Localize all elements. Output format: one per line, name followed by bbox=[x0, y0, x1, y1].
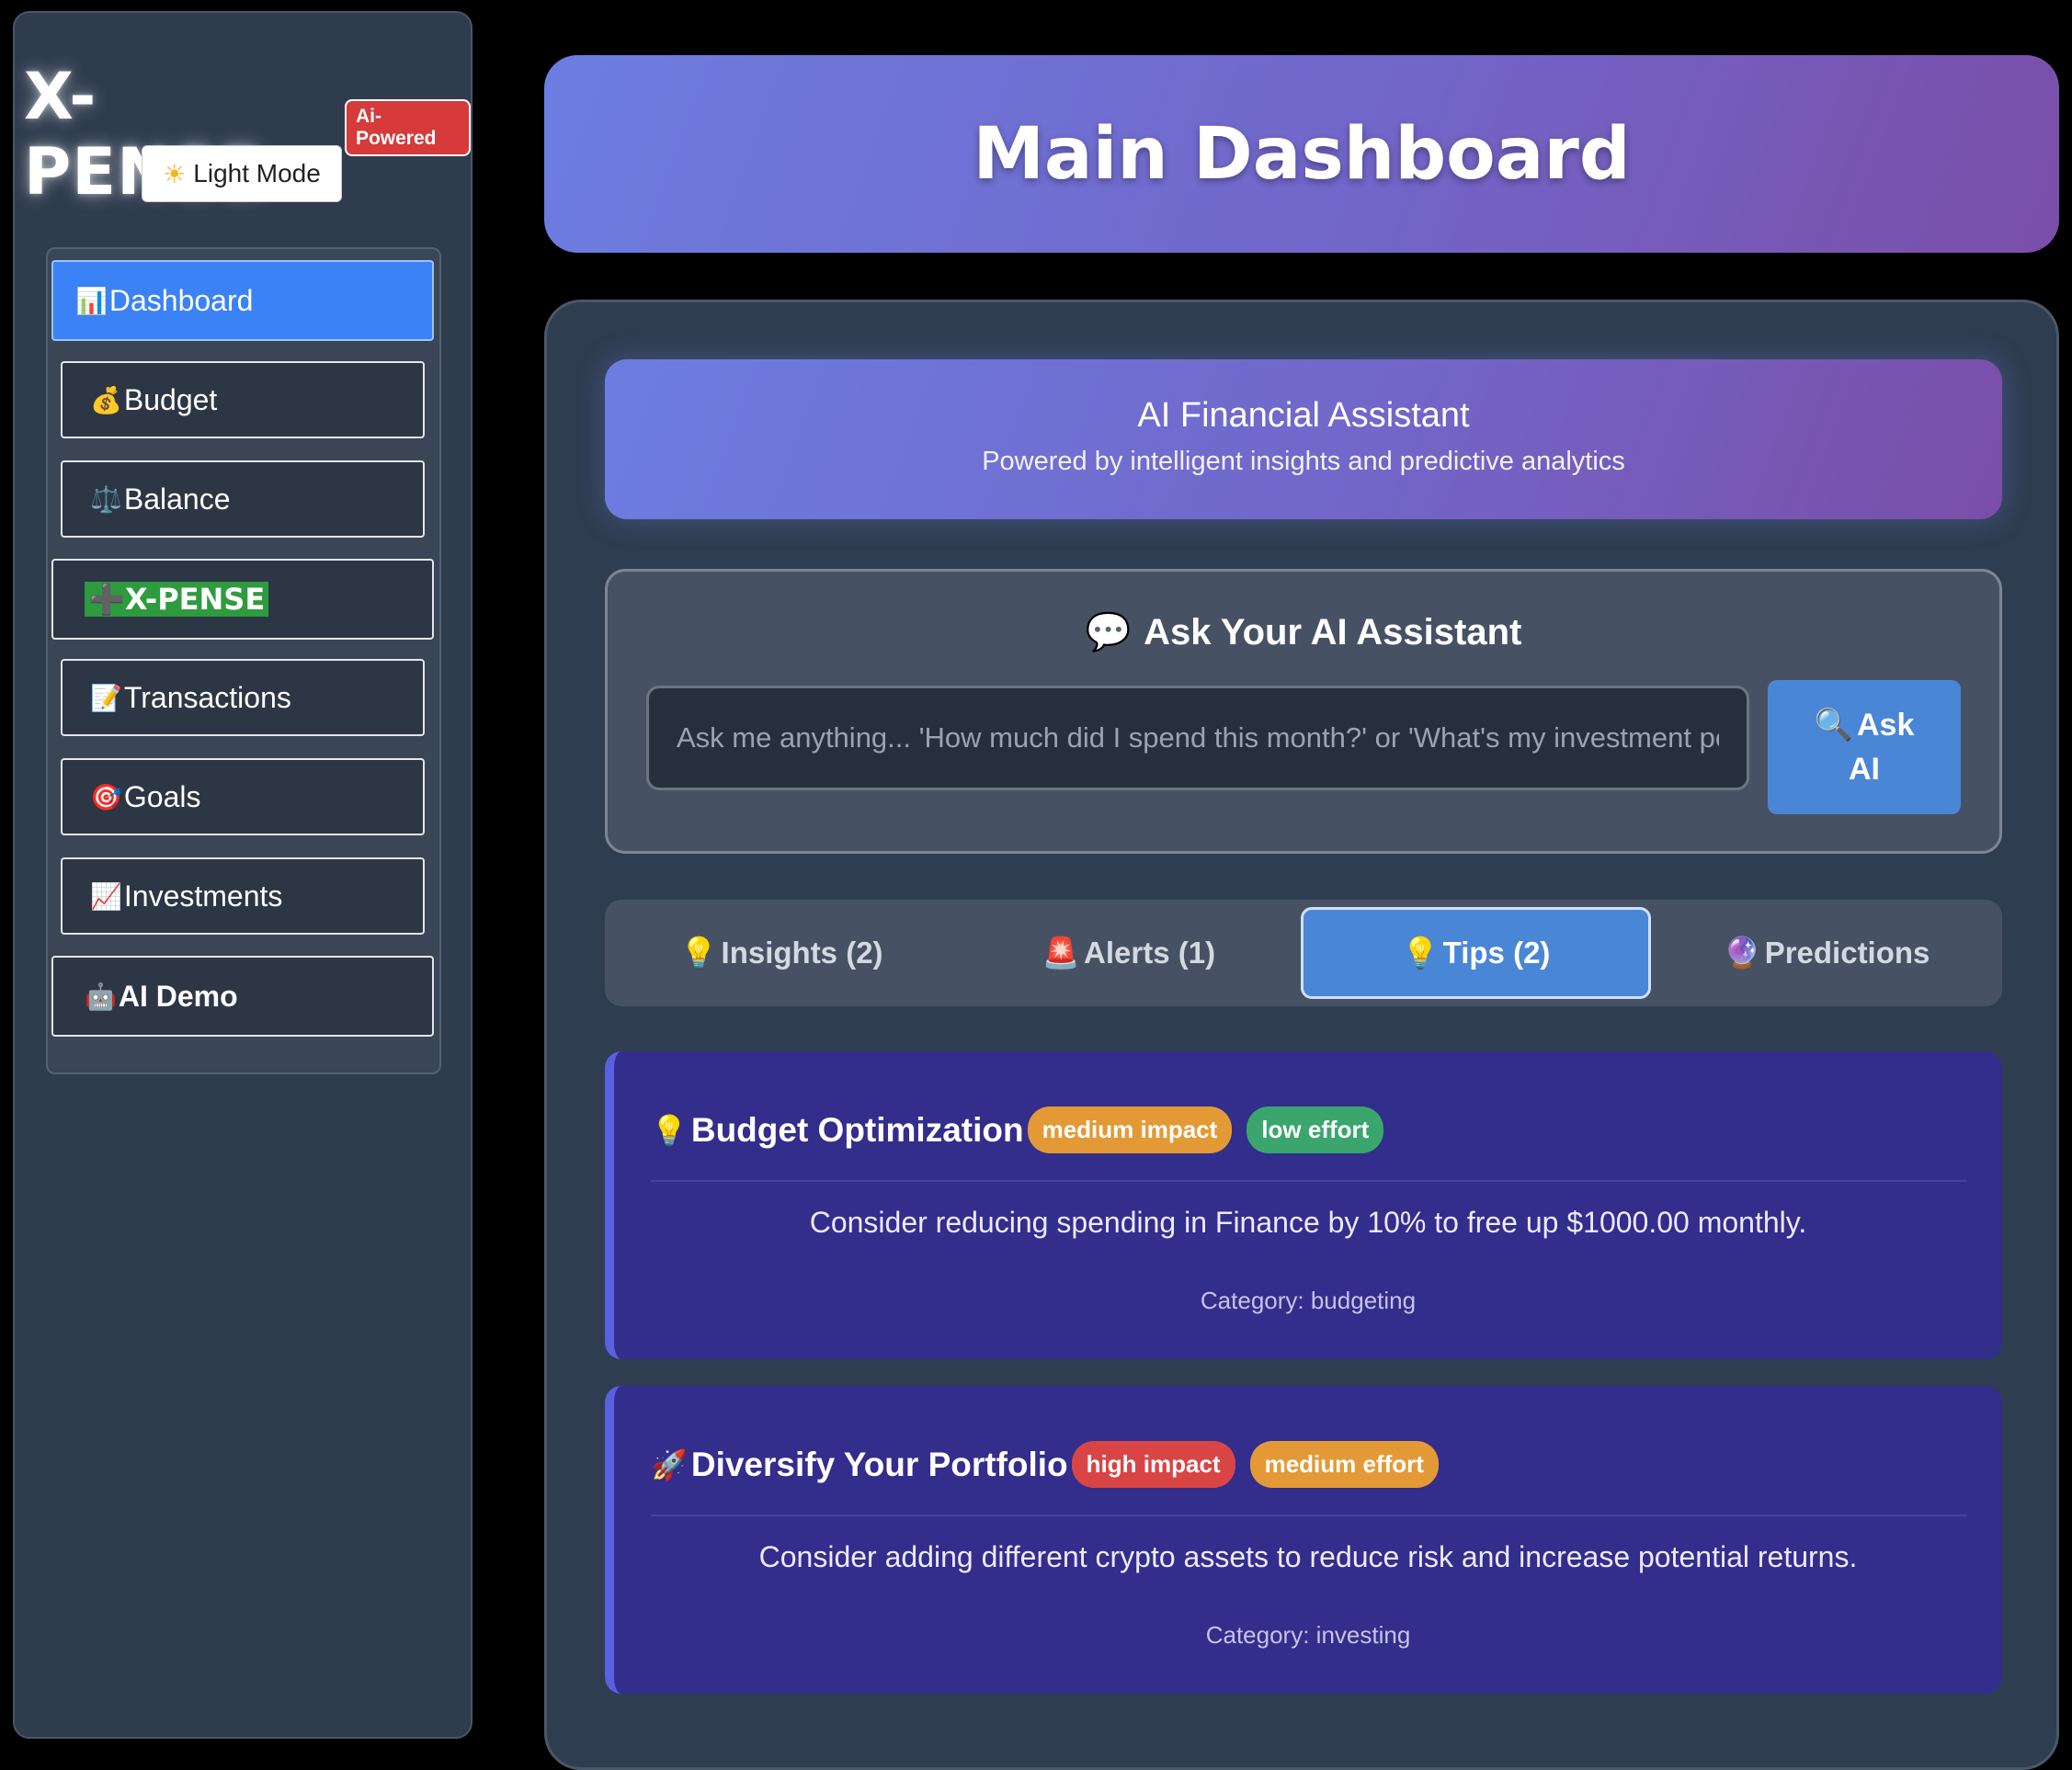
tip-category: Category: budgeting bbox=[1200, 1287, 1417, 1314]
sidebar-item-dashboard[interactable]: 📊 Dashboard bbox=[51, 260, 434, 341]
divider bbox=[651, 1180, 1967, 1182]
sidebar-item-budget[interactable]: 💰 Budget bbox=[61, 361, 425, 438]
speech-bubble-icon: 💬 bbox=[1085, 612, 1132, 652]
ask-heading: 💬 Ask Your AI Assistant bbox=[608, 610, 1999, 653]
money-bag-icon: 💰 bbox=[90, 385, 122, 414]
rocket-icon: 🚀 bbox=[651, 1447, 688, 1481]
crystal-ball-icon: 🔮 bbox=[1723, 935, 1761, 970]
magnifier-icon: 🔍 bbox=[1814, 708, 1853, 743]
ask-assistant-section: 💬 Ask Your AI Assistant 🔍Ask AI bbox=[605, 569, 2002, 854]
sidebar-item-ai-demo[interactable]: 🤖 AI Demo bbox=[51, 956, 434, 1037]
bar-chart-icon: 📊 bbox=[75, 286, 108, 315]
sidebar-item-goals[interactable]: 🎯 Goals bbox=[61, 758, 425, 835]
sidebar-nav: 📊 Dashboard 💰 Budget ⚖️ Balance ➕X-PENSE… bbox=[46, 247, 441, 1074]
sidebar-item-label: Balance bbox=[123, 482, 231, 516]
light-bulb-icon: 💡 bbox=[651, 1113, 688, 1147]
tip-title: Budget Optimization bbox=[690, 1110, 1024, 1149]
sidebar-item-label: Transactions bbox=[123, 680, 291, 714]
assistant-title: AI Financial Assistant bbox=[1137, 396, 1470, 435]
ask-ai-button[interactable]: 🔍 Ask AI bbox=[1768, 680, 1961, 814]
light-bulb-icon: 💡 bbox=[1401, 935, 1440, 970]
light-mode-label: Light Mode bbox=[193, 159, 321, 187]
sidebar-item-investments[interactable]: 📈 Investments bbox=[61, 857, 425, 935]
chart-increasing-icon: 📈 bbox=[90, 881, 122, 911]
tab-label: Tips (2) bbox=[1442, 936, 1551, 970]
sun-icon: ☀ bbox=[163, 159, 187, 188]
tip-description: Consider adding different crypto assets … bbox=[758, 1540, 1858, 1573]
divider bbox=[651, 1515, 1967, 1516]
tip-header: 🚀 Diversify Your Portfolio high impact m… bbox=[651, 1441, 1439, 1488]
tab-predictions[interactable]: 🔮 Predictions bbox=[1658, 907, 1995, 999]
effort-badge: low effort bbox=[1247, 1106, 1384, 1153]
tip-description: Consider reducing spending in Finance by… bbox=[809, 1206, 1807, 1239]
memo-icon: 📝 bbox=[90, 683, 122, 712]
light-mode-toggle[interactable]: ☀ Light Mode bbox=[142, 145, 342, 202]
tip-header: 💡 Budget Optimization medium impact low … bbox=[651, 1106, 1384, 1153]
tab-label: Alerts (1) bbox=[1084, 936, 1216, 970]
ask-ai-input[interactable] bbox=[646, 686, 1749, 790]
sidebar-item-label: Dashboard bbox=[108, 283, 254, 317]
scales-icon: ⚖️ bbox=[90, 484, 122, 514]
effort-badge: medium effort bbox=[1249, 1441, 1439, 1488]
page-title: Main Dashboard bbox=[973, 112, 1631, 196]
sidebar-item-label: X-PENSE bbox=[124, 582, 266, 617]
sidebar-item-transactions[interactable]: 📝 Transactions bbox=[61, 659, 425, 736]
target-icon: 🎯 bbox=[90, 782, 122, 811]
ai-powered-badge: Ai-Powered bbox=[344, 99, 471, 156]
sidebar-item-balance[interactable]: ⚖️ Balance bbox=[61, 460, 425, 538]
tabs-bar: 💡 Insights (2) 🚨 Alerts (1) 💡 Tips (2) 🔮… bbox=[605, 900, 2002, 1006]
ask-ai-button-label: 🔍 Ask AI bbox=[1815, 703, 1915, 791]
ask-line2: AI bbox=[1849, 752, 1880, 787]
tip-category: Category: investing bbox=[1205, 1621, 1411, 1649]
sidebar-item-xpense[interactable]: ➕X-PENSE bbox=[51, 559, 434, 640]
tip-card: 💡 Budget Optimization medium impact low … bbox=[605, 1051, 2002, 1359]
assistant-subtitle: Powered by intelligent insights and pred… bbox=[982, 447, 1625, 476]
tab-insights[interactable]: 💡 Insights (2) bbox=[612, 907, 951, 999]
siren-icon: 🚨 bbox=[1042, 935, 1081, 970]
add-expense-tag: ➕X-PENSE bbox=[85, 582, 269, 617]
tip-card: 🚀 Diversify Your Portfolio high impact m… bbox=[605, 1386, 2002, 1694]
ask-line1: Ask bbox=[1856, 708, 1915, 743]
sidebar-item-label: Goals bbox=[123, 779, 201, 813]
page-header: Main Dashboard bbox=[544, 55, 2059, 253]
plus-icon: ➕ bbox=[88, 582, 125, 617]
tab-label: Insights (2) bbox=[721, 936, 883, 970]
robot-icon: 🤖 bbox=[85, 981, 117, 1011]
sidebar-item-label: Budget bbox=[123, 382, 218, 416]
light-bulb-icon: 💡 bbox=[679, 935, 718, 970]
tab-tips[interactable]: 💡 Tips (2) bbox=[1301, 907, 1651, 999]
assistant-banner: AI Financial Assistant Powered by intell… bbox=[605, 359, 2002, 519]
sidebar-item-label: AI Demo bbox=[118, 979, 238, 1013]
tip-title: Diversify Your Portfolio bbox=[690, 1445, 1068, 1483]
impact-badge: medium impact bbox=[1027, 1106, 1233, 1153]
tab-alerts[interactable]: 🚨 Alerts (1) bbox=[960, 907, 1298, 999]
tab-label: Predictions bbox=[1764, 936, 1930, 970]
sidebar: X-PENSE Ai-Powered ☀ Light Mode 📊 Dashbo… bbox=[13, 11, 472, 1739]
main-panel: AI Financial Assistant Powered by intell… bbox=[544, 300, 2059, 1770]
sidebar-item-label: Investments bbox=[123, 879, 283, 913]
ask-heading-label: Ask Your AI Assistant bbox=[1144, 612, 1522, 652]
impact-badge: high impact bbox=[1071, 1441, 1235, 1488]
